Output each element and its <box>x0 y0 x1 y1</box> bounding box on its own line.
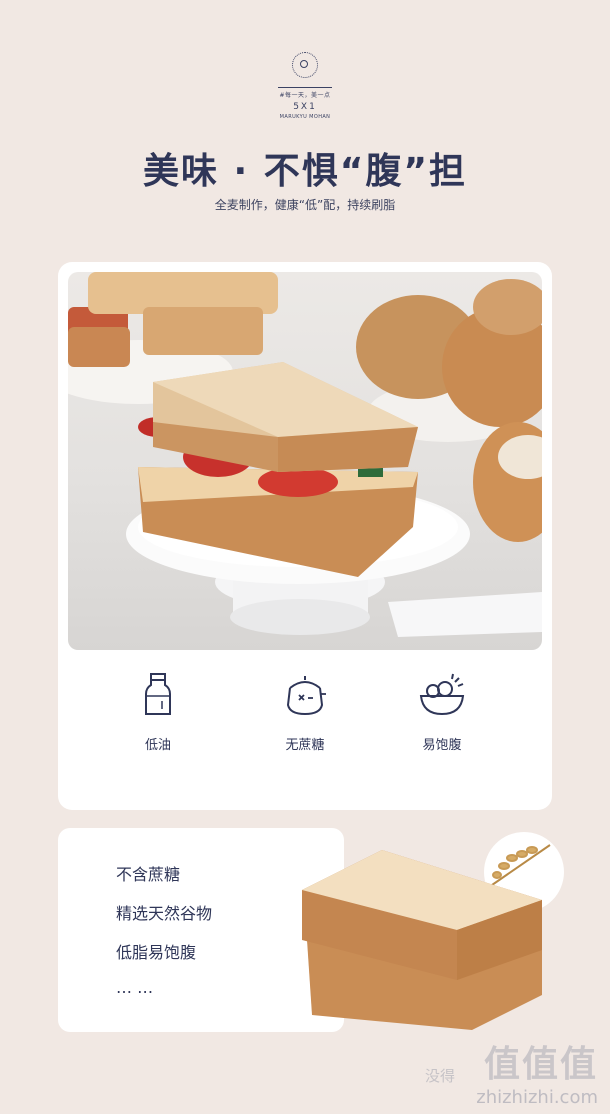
brand-logo: #每一天，美一点 5X1 MARUKYU MOHAN <box>0 52 610 120</box>
watermark-left-text: 没得 <box>425 1067 456 1085</box>
list-item: 不含蔗糖 <box>116 865 181 884</box>
brand-name: MARUKYU MOHAN <box>279 114 331 120</box>
watermark-site: zhizhizhi.com <box>476 1087 598 1108</box>
feature-label: 易饱腹 <box>422 738 462 753</box>
brand-emblem-icon <box>292 52 318 78</box>
brand-number: 5X1 <box>293 102 317 112</box>
logo-divider <box>278 87 332 88</box>
toast-slices-image <box>302 832 564 1030</box>
bottle-icon <box>145 673 171 715</box>
feature-low-oil: 低油 <box>98 670 218 753</box>
page-title: 美味 · 不惧“腹”担 <box>142 151 468 192</box>
feature-no-sugar: 无蔗糖 <box>245 670 365 753</box>
feature-filling: 易饱腹 <box>382 670 502 753</box>
sandwich-photo <box>68 272 542 650</box>
product-card: 低油 无蔗糖 易饱腹 <box>58 262 552 810</box>
list-item: … … <box>116 978 154 997</box>
sugar-jar-icon <box>286 676 326 716</box>
feature-list: 低油 无蔗糖 易饱腹 <box>58 670 552 780</box>
benefits-list: 不含蔗糖 精选天然谷物 低脂易饱腹 … … <box>116 861 212 1017</box>
watermark-logo-text: 值值值 <box>483 1044 598 1085</box>
tagline: #每一天，美一点 <box>279 92 331 99</box>
watermark: 值值值 zhizhizhi.com <box>476 1035 598 1108</box>
list-item: 低脂易饱腹 <box>116 943 197 962</box>
list-item: 精选天然谷物 <box>116 904 213 923</box>
bowl-icon <box>419 673 465 716</box>
feature-label: 无蔗糖 <box>285 738 325 753</box>
page-subtitle: 全麦制作，健康“低”配，持续刷脂 <box>214 198 396 212</box>
feature-label: 低油 <box>144 738 171 753</box>
